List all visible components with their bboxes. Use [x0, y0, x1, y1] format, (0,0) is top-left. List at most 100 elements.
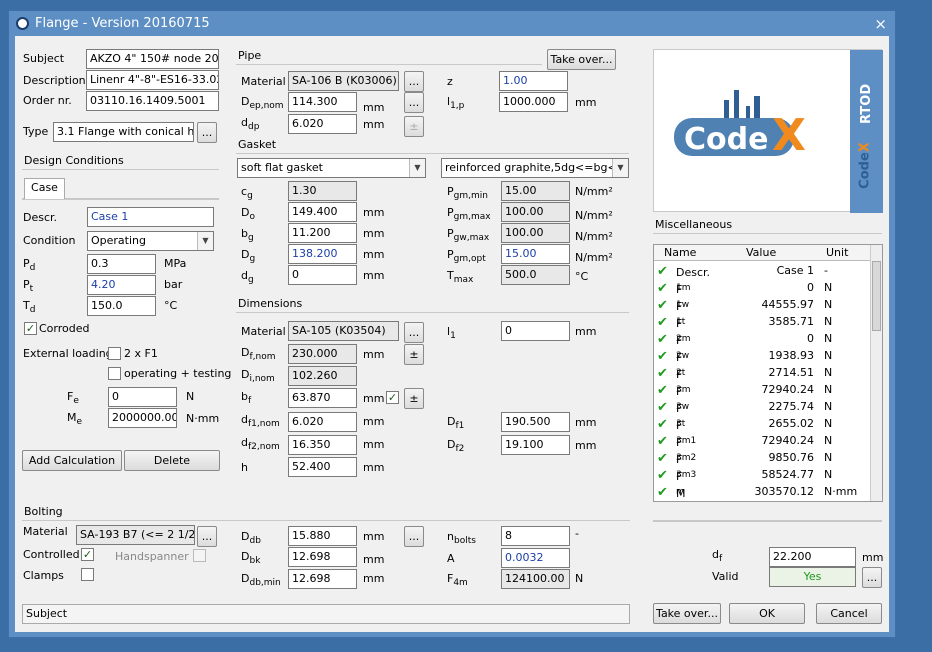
cg-label: cg — [241, 185, 253, 201]
clamps-checkbox[interactable] — [81, 568, 94, 581]
check-icon: ✔ — [657, 451, 668, 466]
description-input[interactable]: Linenr 4"-8"-ES16-33.023 — [86, 70, 219, 90]
description-label: Description — [23, 74, 86, 87]
l1p-label: l1,p — [447, 95, 465, 111]
pipe-take-over-button[interactable]: Take over... — [547, 49, 616, 70]
l1-input[interactable]: 0 — [501, 321, 570, 341]
bg-input[interactable]: 11.200 — [288, 223, 357, 243]
dg-input[interactable]: 138.200 — [288, 244, 357, 264]
dfnom-plusminus-button[interactable]: ± — [404, 344, 424, 365]
row-value: 2714.51 — [768, 366, 815, 379]
l1p-input[interactable]: 1000.000 — [499, 92, 568, 112]
gasket-header: Gasket — [236, 138, 629, 154]
bolt-material-browse-button[interactable]: ... — [197, 526, 217, 547]
ok-button[interactable]: OK — [729, 603, 805, 624]
dimensions-header: Dimensions — [236, 297, 629, 313]
dgs-label: dg — [241, 269, 254, 285]
ddb-input[interactable]: 15.880 — [288, 526, 357, 546]
check-icon: ✔ — [657, 315, 668, 330]
table-row[interactable]: ✔ Mm 303570.12 N·mm — [654, 483, 872, 500]
dims-material-browse-button[interactable]: ... — [404, 322, 424, 343]
ddb-unit: mm — [363, 530, 385, 543]
table-row[interactable]: ✔ F 1t 3585.71 N — [654, 313, 872, 330]
bf-input[interactable]: 63.870 — [288, 388, 357, 408]
td-input[interactable]: 150.0 — [87, 296, 156, 316]
close-icon[interactable]: × — [874, 15, 887, 33]
fe-input[interactable]: 0 — [108, 387, 177, 407]
dep-unit: mm — [363, 101, 385, 114]
row-unit: N — [824, 298, 833, 311]
table-row[interactable]: ✔M — [654, 500, 872, 501]
valid-details-button[interactable]: ... — [862, 567, 882, 588]
pipe-material-browse-button[interactable]: ... — [404, 71, 424, 92]
row-unit: N — [824, 434, 833, 447]
scrollbar-thumb[interactable] — [872, 261, 881, 331]
pd-input[interactable]: 0.3 — [87, 254, 156, 274]
dep-browse-button[interactable]: ... — [404, 92, 424, 113]
order-input[interactable]: 03110.16.1409.5001 — [86, 91, 219, 111]
bf-plusminus-button[interactable]: ± — [404, 388, 424, 409]
table-row[interactable]: ✔ F 1m 0 N — [654, 279, 872, 296]
df-input[interactable]: 22.200 — [769, 547, 856, 567]
delete-button[interactable]: Delete — [124, 450, 220, 471]
type-label: Type — [23, 125, 49, 138]
table-row[interactable]: ✔ F 3w 2275.74 N — [654, 398, 872, 415]
h-input[interactable]: 52.400 — [288, 457, 357, 477]
dgs-input[interactable]: 0 — [288, 265, 357, 285]
pgmopt-input[interactable]: 15.00 — [501, 244, 570, 264]
ddbmin-input[interactable]: 12.698 — [288, 569, 357, 589]
misc-scrollbar[interactable] — [870, 245, 882, 501]
ddb-browse-button[interactable]: ... — [404, 526, 424, 547]
do-input[interactable]: 149.400 — [288, 202, 357, 222]
table-row[interactable]: ✔ F 2m 0 N — [654, 330, 872, 347]
me-input[interactable]: 2000000.00 — [108, 408, 177, 428]
cancel-button[interactable]: Cancel — [816, 603, 882, 624]
bf-checkbox[interactable]: ✓ — [386, 391, 399, 404]
dbk-input[interactable]: 12.698 — [288, 547, 357, 567]
df2nom-input[interactable]: 16.350 — [288, 435, 357, 455]
Df1-input[interactable]: 190.500 — [501, 412, 570, 432]
corroded-checkbox[interactable]: ✓ — [24, 322, 37, 335]
two-f1-checkbox[interactable] — [108, 347, 121, 360]
type-select[interactable]: 3.1 Flange with conical hub — [53, 122, 194, 142]
add-calculation-button[interactable]: Add Calculation — [22, 450, 122, 471]
gasket-material-select[interactable]: reinforced graphite,5dg<=bg<7.5 ▼ — [441, 158, 629, 178]
logo-rtod-text: RTOD — [859, 83, 874, 124]
table-row[interactable]: ✔ F 3m2 9850.76 N — [654, 449, 872, 466]
col-value[interactable]: Value — [746, 246, 776, 259]
col-unit[interactable]: Unit — [826, 246, 848, 259]
misc-table: Name Value Unit ✔ Descr. Case 1- ✔ F 1m 0 N ✔ F 1w… — [653, 244, 883, 502]
z-input[interactable]: 1.00 — [499, 71, 568, 91]
table-row[interactable]: ✔ F 3m3 58524.77 N — [654, 466, 872, 483]
descr-input[interactable]: Case 1 — [87, 207, 214, 227]
table-row[interactable]: ✔ F 2t 2714.51 N — [654, 364, 872, 381]
condition-select[interactable]: Operating ▼ — [87, 231, 214, 251]
bg-label: bg — [241, 227, 254, 243]
Df2-input[interactable]: 19.100 — [501, 435, 570, 455]
ddp-input[interactable]: 6.020 — [288, 114, 357, 134]
ddp-plusminus-button[interactable]: ± — [404, 116, 424, 137]
table-row[interactable]: ✔ F 2w 1938.93 N — [654, 347, 872, 364]
pt-input[interactable]: 4.20 — [87, 275, 156, 295]
table-row[interactable]: ✔ Descr. Case 1- — [654, 262, 872, 279]
table-row[interactable]: ✔ F 3m1 72940.24 N — [654, 432, 872, 449]
take-over-button[interactable]: Take over... — [653, 603, 721, 624]
pgmmax-unit: N/mm² — [575, 209, 613, 222]
table-row[interactable]: ✔ F 3t 2655.02 N — [654, 415, 872, 432]
gasket-type-select[interactable]: soft flat gasket ▼ — [237, 158, 426, 178]
ddbmin-unit: mm — [363, 572, 385, 585]
title-bar[interactable]: Flange - Version 20160715 × — [9, 11, 895, 37]
subject-input[interactable]: AKZO 4" 150# node 2040 — [86, 49, 219, 69]
type-browse-button[interactable]: ... — [197, 122, 217, 143]
df1nom-input[interactable]: 6.020 — [288, 412, 357, 432]
fe-label: Fe — [67, 390, 79, 406]
operating-testing-checkbox[interactable] — [108, 367, 121, 380]
table-row[interactable]: ✔ F 1w 44555.97 N — [654, 296, 872, 313]
clamps-label: Clamps — [23, 569, 64, 582]
dep-input[interactable]: 114.300 — [288, 92, 357, 112]
controlled-checkbox[interactable]: ✓ — [81, 548, 94, 561]
tab-case[interactable]: Case — [24, 178, 65, 199]
col-name[interactable]: Name — [664, 246, 696, 259]
table-row[interactable]: ✔ F 3m 72940.24 N — [654, 381, 872, 398]
nbolts-input[interactable]: 8 — [501, 526, 570, 546]
